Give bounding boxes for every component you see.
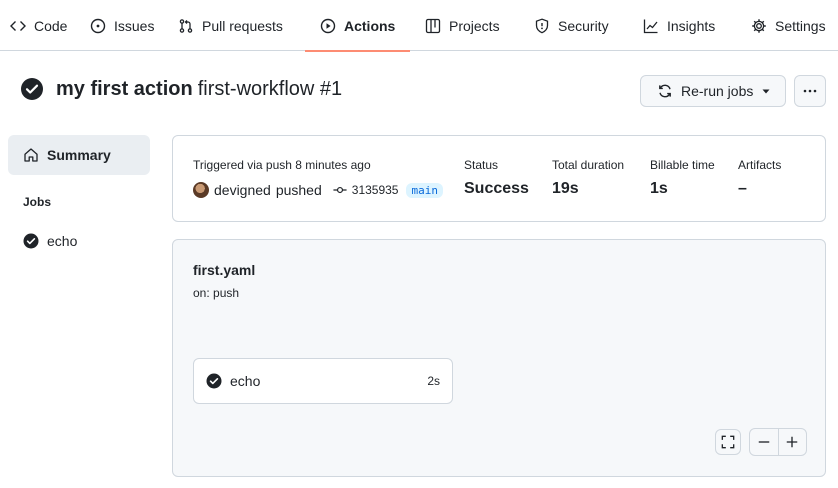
tab-security[interactable]: Security xyxy=(534,0,609,51)
sidebar-job-label: echo xyxy=(47,233,78,249)
fullscreen-button[interactable] xyxy=(715,429,741,455)
shield-icon xyxy=(535,18,549,33)
run-title: my first action xyxy=(56,77,193,100)
stat-artifacts-value: – xyxy=(738,180,747,197)
tab-security-label: Security xyxy=(558,17,609,34)
actor-link[interactable]: devigned xyxy=(214,182,271,198)
kebab-horizontal-icon xyxy=(803,89,817,93)
tab-projects-label: Projects xyxy=(449,17,500,34)
tab-pull-requests-label: Pull requests xyxy=(202,17,283,34)
rerun-jobs-label: Re-run jobs xyxy=(681,83,754,99)
home-icon xyxy=(24,148,38,162)
stat-artifacts-label: Artifacts xyxy=(738,158,782,172)
repo-nav: Code Issues Pull requests Actions Projec… xyxy=(0,0,838,52)
issue-opened-icon xyxy=(90,18,106,33)
job-node-duration: 2s xyxy=(427,374,440,388)
tab-issues[interactable]: Issues xyxy=(90,0,154,51)
stat-billable-time-label: Billable time xyxy=(650,158,715,172)
action-text: pushed xyxy=(275,182,322,198)
stat-total-duration-value[interactable]: 19s xyxy=(552,180,624,198)
stat-total-duration: Total duration 19s xyxy=(552,158,624,198)
check-circle-fill-icon xyxy=(21,78,43,100)
tab-issues-label: Issues xyxy=(114,17,155,34)
tab-insights-label: Insights xyxy=(667,17,716,34)
tab-settings[interactable]: Settings xyxy=(751,0,826,51)
stat-status-label: Status xyxy=(464,158,499,172)
sidebar-jobs-heading: Jobs xyxy=(23,195,52,209)
tab-actions-label: Actions xyxy=(344,17,396,34)
avatar xyxy=(193,182,209,198)
tab-projects[interactable]: Projects xyxy=(425,0,500,51)
workflow-trigger: on: push xyxy=(193,286,240,300)
code-icon xyxy=(10,20,26,31)
job-node-echo[interactable]: echo 2s xyxy=(193,358,453,404)
workflow-file-name: first.yaml xyxy=(193,262,256,278)
stat-artifacts: Artifacts – xyxy=(738,158,781,198)
table-icon xyxy=(425,18,441,33)
run-subtitle: first-workflow #1 xyxy=(197,77,343,100)
stat-billable-time-value: 1s xyxy=(650,180,668,197)
tab-insights[interactable]: Insights xyxy=(643,0,715,51)
commit-sha-link[interactable]: 3135935 xyxy=(333,183,399,197)
play-icon xyxy=(320,18,336,33)
graph-icon xyxy=(643,19,658,33)
sidebar-item-summary-label: Summary xyxy=(47,147,111,163)
trigger-text: Triggered via push 8 minutes ago xyxy=(193,158,371,172)
rerun-jobs-button[interactable]: Re-run jobs xyxy=(640,75,786,107)
run-header: my first action first-workflow #1 xyxy=(20,77,342,101)
tab-code-label: Code xyxy=(34,17,68,34)
stat-billable-time: Billable time 1s xyxy=(650,158,715,198)
job-node-label: echo xyxy=(230,373,261,389)
branch-badge[interactable]: main xyxy=(406,182,443,198)
stat-status-value: Success xyxy=(464,180,529,197)
check-circle-fill-icon xyxy=(206,373,222,389)
zoom-controls xyxy=(749,428,807,456)
triangle-down-icon xyxy=(762,89,770,94)
tab-pull-requests[interactable]: Pull requests xyxy=(178,0,283,51)
sync-icon xyxy=(659,84,671,98)
run-summary-card: Triggered via push 8 minutes ago devigne… xyxy=(172,135,826,222)
commit-line: devigned pushed 3135935 main xyxy=(193,182,443,198)
zoom-out-button[interactable] xyxy=(750,429,778,455)
check-circle-fill-icon xyxy=(23,233,39,249)
workflow-graph: first.yaml on: push echo 2s xyxy=(172,239,826,477)
git-pull-request-icon xyxy=(179,18,193,33)
sidebar-item-summary[interactable]: Summary xyxy=(8,135,150,175)
tab-settings-label: Settings xyxy=(775,17,826,34)
gear-icon xyxy=(752,18,766,33)
stat-total-duration-label: Total duration xyxy=(552,158,625,172)
git-commit-icon xyxy=(333,186,347,194)
page-title: my first action first-workflow #1 xyxy=(56,78,342,101)
more-options-button[interactable] xyxy=(794,75,826,107)
commit-sha: 3135935 xyxy=(351,183,399,197)
plus-icon xyxy=(787,436,798,448)
tab-actions[interactable]: Actions xyxy=(304,0,411,52)
zoom-in-button[interactable] xyxy=(777,429,807,455)
tab-code[interactable]: Code xyxy=(10,0,67,51)
sidebar-item-job-echo[interactable]: echo xyxy=(23,233,77,249)
stat-status: Status Success xyxy=(464,158,529,198)
minus-icon xyxy=(758,441,769,443)
screen-full-icon xyxy=(721,435,735,449)
